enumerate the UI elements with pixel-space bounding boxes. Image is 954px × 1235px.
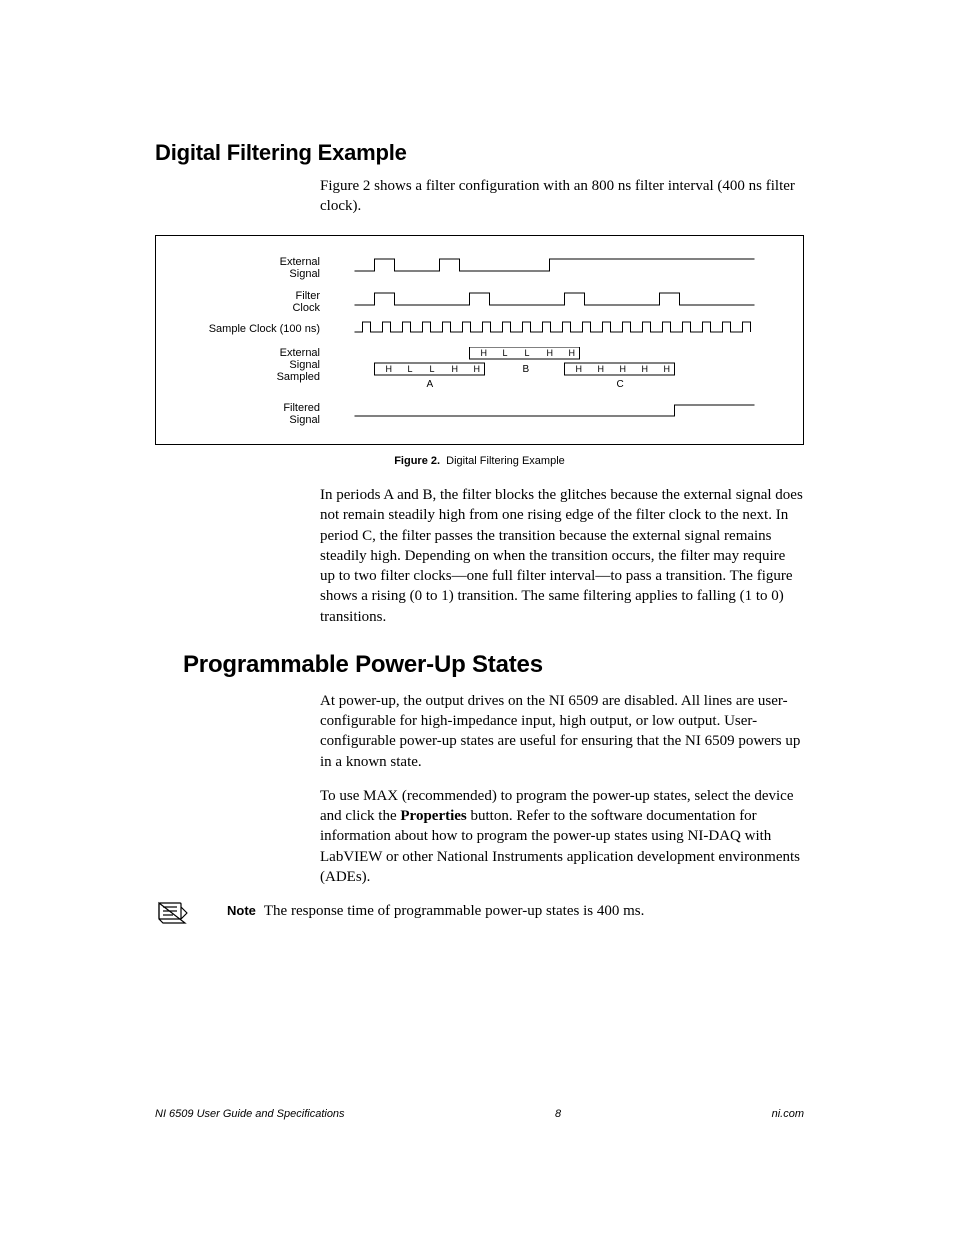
wave-sample-clock [330, 320, 779, 339]
label-external-sampled: External Signal Sampled [180, 347, 320, 383]
intro-paragraph: Figure 2 shows a filter configuration wi… [320, 176, 804, 217]
figure-caption: Figure 2. Digital Filtering Example [155, 455, 804, 467]
powerup-p2: To use MAX (recommended) to program the … [320, 786, 804, 887]
figure-box: External Signal Filter Clock Sample Cloc… [155, 235, 804, 446]
period-a: A [427, 379, 434, 389]
footer-page-number: 8 [555, 1108, 561, 1120]
para-after-figure: In periods A and B, the filter blocks th… [320, 485, 804, 627]
svg-text:H: H [474, 364, 481, 374]
svg-text:H: H [576, 364, 583, 374]
section-title-power-up: Programmable Power-Up States [183, 651, 804, 679]
figure-caption-bold: Figure 2. [394, 455, 440, 467]
label-filtered-signal: Filtered Signal [180, 402, 320, 426]
label-filter-clock: Filter Clock [180, 290, 320, 314]
sampled-content: H L L H H H L L H H B [330, 347, 779, 394]
note-text-container: Note The response time of programmable po… [227, 901, 644, 921]
svg-text:H: H [598, 364, 605, 374]
footer-left: NI 6509 User Guide and Specifications [155, 1108, 345, 1120]
wave-external-signal [330, 256, 779, 279]
svg-text:H: H [452, 364, 459, 374]
powerup-p1: At power-up, the output drives on the NI… [320, 691, 804, 772]
page-footer: NI 6509 User Guide and Specifications 8 … [155, 1108, 804, 1120]
s5: H [569, 348, 576, 358]
period-c: C [617, 379, 624, 389]
s1: H [481, 348, 488, 358]
footer-right: ni.com [772, 1108, 804, 1120]
svg-text:H: H [664, 364, 671, 374]
svg-text:H: H [620, 364, 627, 374]
s3: L [525, 348, 530, 358]
row-external-sampled: External Signal Sampled H L L H H H [180, 347, 779, 394]
section-title-digital-filtering: Digital Filtering Example [155, 140, 804, 166]
s2: L [503, 348, 508, 358]
svg-text:L: L [408, 364, 413, 374]
wave-filtered-signal [330, 403, 779, 424]
row-sample-clock: Sample Clock (100 ns) [180, 320, 779, 339]
note-label: Note [227, 903, 256, 918]
figure-caption-text: Digital Filtering Example [446, 455, 565, 467]
properties-bold: Properties [400, 808, 466, 824]
note-row: Note The response time of programmable po… [155, 901, 804, 927]
label-sample-clock: Sample Clock (100 ns) [180, 323, 320, 335]
note-body: The response time of programmable power-… [264, 903, 644, 919]
svg-text:L: L [430, 364, 435, 374]
label-external-signal: External Signal [180, 256, 320, 280]
note-icon [155, 901, 189, 927]
row-external-signal: External Signal [180, 256, 779, 280]
s4: H [547, 348, 554, 358]
wave-filter-clock [330, 290, 779, 313]
svg-text:H: H [386, 364, 393, 374]
row-filtered-signal: Filtered Signal [180, 402, 779, 426]
svg-text:H: H [642, 364, 649, 374]
row-filter-clock: Filter Clock [180, 290, 779, 314]
period-b: B [523, 364, 530, 375]
